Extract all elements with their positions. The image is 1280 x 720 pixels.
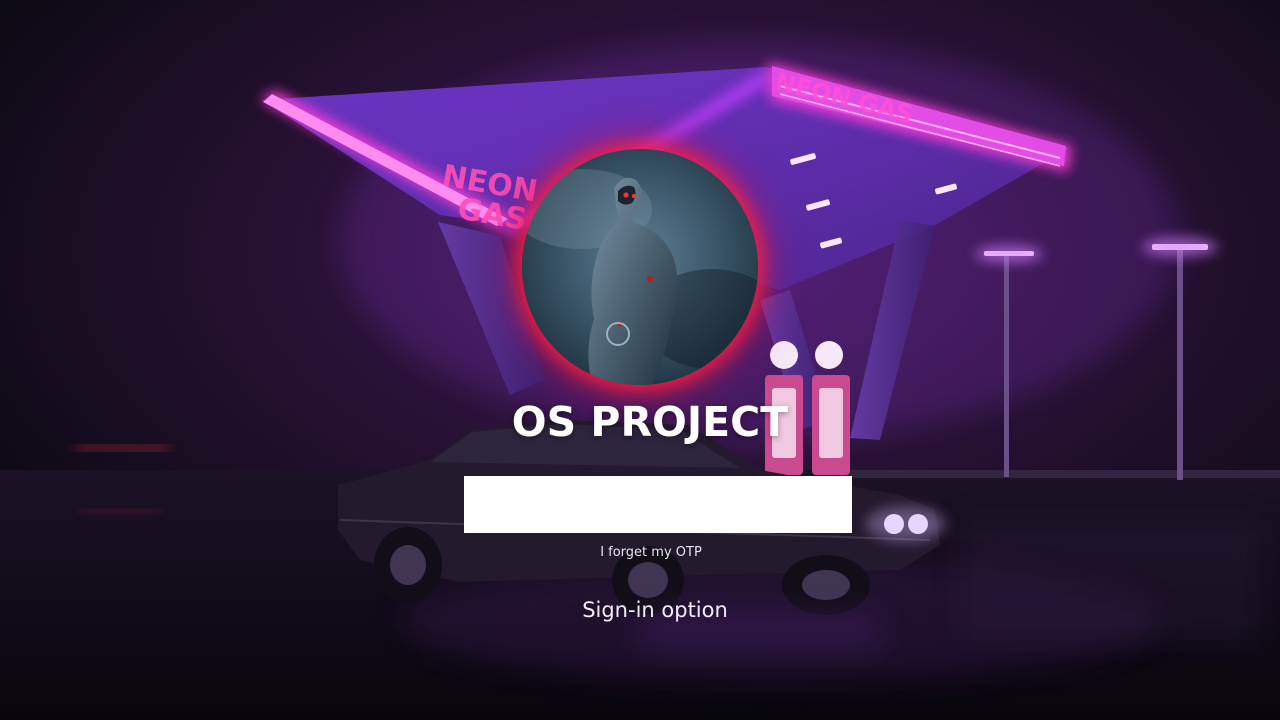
armored-figure-icon	[522, 149, 758, 385]
forgot-otp-link[interactable]: I forget my OTP	[551, 545, 751, 560]
lock-screen: NEON GAS NEON GAS OS PROJECT I forget my…	[0, 0, 1280, 720]
signin-option-button[interactable]: Sign-in option	[555, 598, 755, 622]
page-title: OS PROJECT	[511, 398, 789, 446]
user-avatar	[522, 149, 758, 385]
otp-input[interactable]	[464, 476, 852, 533]
